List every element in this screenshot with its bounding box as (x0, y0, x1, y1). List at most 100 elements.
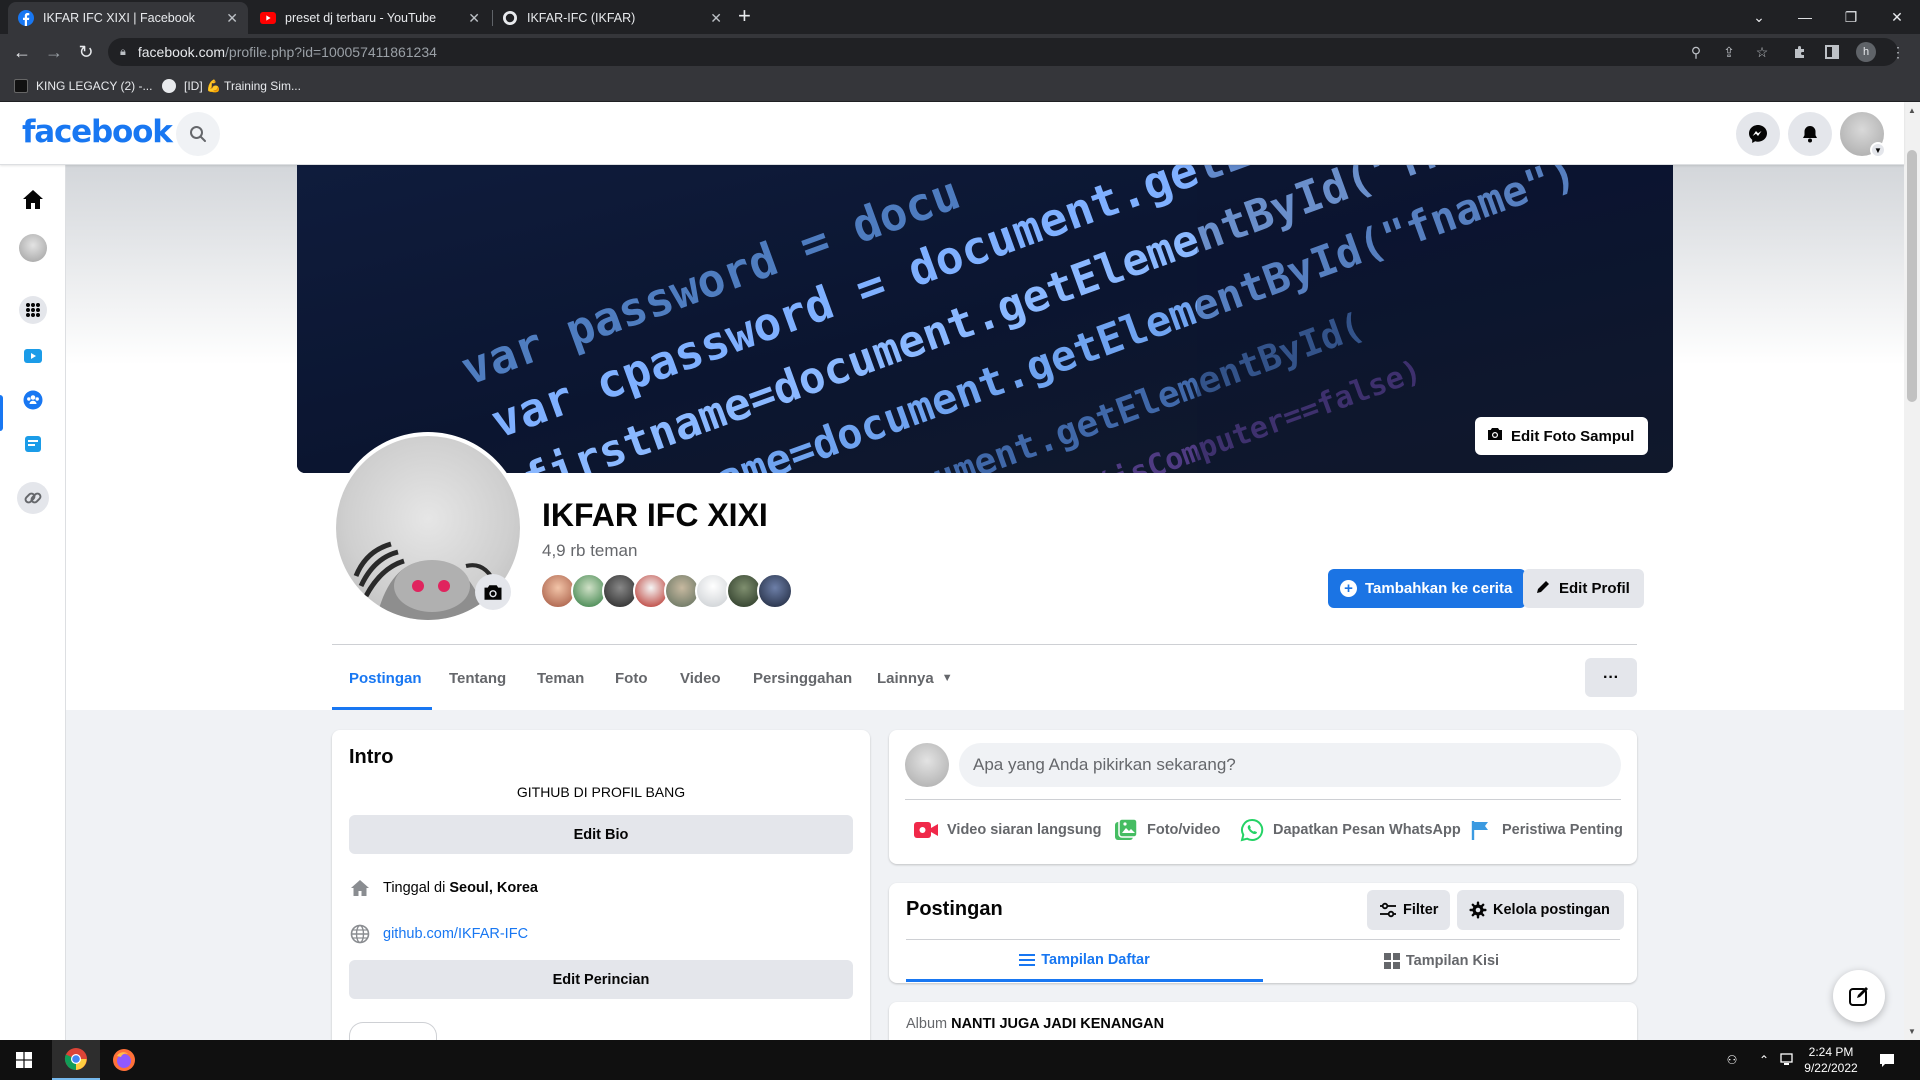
compose-edit-icon (1849, 987, 1868, 1006)
browser-profile-avatar[interactable]: h (1856, 42, 1876, 62)
whatsapp-label: Dapatkan Pesan WhatsApp (1273, 822, 1461, 838)
tab-photos[interactable]: Foto (615, 658, 647, 698)
address-bar[interactable]: 🔒︎ facebook.com/profile.php?id=100057411… (108, 38, 1898, 66)
life-event-button[interactable]: Peristiwa Penting (1468, 810, 1623, 850)
tab-close-icon[interactable]: ✕ (468, 10, 480, 27)
manage-posts-button[interactable]: Kelola postingan (1457, 890, 1624, 930)
tab-more[interactable]: Lainnya ▼ (877, 658, 953, 698)
cover-photo: var password = docu var cpassword = docu… (297, 165, 1673, 473)
new-message-button[interactable] (1833, 970, 1885, 1022)
website-link[interactable]: github.com/IKFAR-IFC (383, 926, 528, 942)
windows-logo-icon (16, 1052, 32, 1068)
globe-icon (349, 923, 371, 945)
clock-date: 9/22/2022 (1804, 1061, 1858, 1075)
network-icon[interactable] (1778, 1040, 1798, 1080)
tab-title: IKFAR-IFC (IKFAR) (527, 11, 636, 25)
account-avatar[interactable]: ▼ (1840, 112, 1886, 158)
friend-count[interactable]: 4,9 rb teman (542, 541, 637, 561)
facebook-header: facebook ▼ (0, 102, 1904, 165)
browser-tab-github[interactable]: IKFAR-IFC (IKFAR) ✕ (492, 2, 732, 34)
minimize-icon[interactable]: — (1782, 0, 1828, 34)
search-button[interactable] (176, 112, 220, 156)
tab-close-icon[interactable]: ✕ (710, 10, 722, 27)
clock-time: 2:24 PM (1808, 1045, 1854, 1059)
filter-label: Filter (1403, 902, 1439, 918)
bookmark-item[interactable]: KING LEGACY (2) -... (14, 76, 152, 96)
groups-button[interactable] (16, 383, 50, 417)
edit-cover-photo-button[interactable]: Edit Foto Sampul (1475, 417, 1649, 455)
whatsapp-message-button[interactable]: Dapatkan Pesan WhatsApp (1239, 810, 1461, 850)
notifications-button[interactable] (1788, 112, 1832, 156)
home-button[interactable] (16, 183, 50, 217)
browser-tab-youtube[interactable]: preset dj terbaru - YouTube ✕ (250, 2, 490, 34)
whats-on-your-mind-input[interactable]: Apa yang Anda pikirkan sekarang? (959, 743, 1621, 787)
composer-avatar[interactable] (905, 743, 949, 787)
tab-friends[interactable]: Teman (537, 658, 584, 698)
composer-divider (905, 799, 1621, 800)
messenger-button[interactable] (1736, 112, 1780, 156)
forward-arrow-icon[interactable]: → (42, 40, 66, 64)
close-window-icon[interactable]: ✕ (1874, 0, 1920, 34)
album-name[interactable]: NANTI JUGA JADI KENANGAN (951, 1016, 1164, 1032)
scrollbar-thumb[interactable] (1907, 150, 1917, 402)
page-scrollbar[interactable]: ▲ ▼ (1904, 102, 1920, 1040)
watch-button[interactable] (16, 339, 50, 373)
zoom-icon[interactable]: ⚲ (1686, 42, 1706, 62)
add-to-story-button[interactable]: + Tambahkan ke cerita (1328, 569, 1527, 608)
filter-button[interactable]: Filter (1367, 890, 1451, 930)
menu-button[interactable] (16, 293, 50, 327)
tabs-divider (332, 644, 1637, 645)
reload-icon[interactable]: ↻ (74, 40, 98, 64)
action-center-icon[interactable] (1872, 1040, 1902, 1080)
edit-profile-button[interactable]: Edit Profil (1523, 569, 1644, 608)
browser-tab-facebook[interactable]: IKFAR IFC XIXI | Facebook ✕ (8, 2, 248, 34)
new-tab-plus-icon[interactable]: + (738, 3, 751, 29)
chrome-taskbar-button[interactable] (52, 1040, 100, 1080)
left-navigation-rail (0, 165, 66, 1040)
update-profile-picture-button[interactable] (475, 574, 511, 610)
active-rail-marker (0, 395, 3, 431)
tray-chevron-up-icon[interactable]: ⌃ (1754, 1040, 1774, 1080)
list-view-tab[interactable]: Tampilan Daftar (906, 940, 1263, 982)
tab-videos[interactable]: Video (680, 658, 721, 698)
tab-posts[interactable]: Postingan (349, 658, 422, 698)
bookmark-star-icon[interactable]: ☆ (1752, 42, 1772, 62)
scroll-up-arrow-icon[interactable]: ▲ (1908, 106, 1916, 115)
live-video-icon (913, 817, 939, 843)
people-icon[interactable]: ⚇ (1720, 1040, 1744, 1080)
live-video-button[interactable]: Video siaran langsung (913, 810, 1101, 850)
start-button[interactable] (0, 1040, 48, 1080)
chrome-icon (64, 1048, 87, 1070)
grid-view-tab[interactable]: Tampilan Kisi (1263, 940, 1620, 982)
bookmark-item[interactable]: [ID] 💪 Training Sim... (162, 76, 301, 96)
lives-place[interactable]: Seoul, Korea (449, 880, 538, 896)
back-arrow-icon[interactable]: ← (10, 40, 34, 64)
friend-avatar[interactable] (757, 573, 793, 609)
photo-video-button[interactable]: Foto/video (1113, 810, 1220, 850)
facebook-logo[interactable]: facebook (22, 114, 173, 150)
taskbar-clock[interactable]: 2:24 PM 9/22/2022 (1796, 1044, 1866, 1076)
bookmarks-bar: KING LEGACY (2) -... [ID] 💪 Training Sim… (0, 70, 1920, 102)
restore-icon[interactable]: ❐ (1828, 0, 1874, 34)
side-panel-icon[interactable] (1822, 42, 1842, 62)
profile-more-options-button[interactable]: ··· (1585, 658, 1637, 697)
scroll-down-arrow-icon[interactable]: ▼ (1908, 1027, 1916, 1036)
browser-menu-icon[interactable]: ⋮ (1888, 42, 1908, 62)
firefox-taskbar-button[interactable] (100, 1040, 148, 1080)
filter-sliders-icon (1379, 902, 1397, 918)
edit-bio-button[interactable]: Edit Bio (349, 815, 853, 854)
roblox-icon (14, 79, 28, 93)
feeds-button[interactable] (16, 427, 50, 461)
edit-details-button[interactable]: Edit Perincian (349, 960, 853, 999)
bookmark-label: KING LEGACY (2) -... (36, 79, 153, 93)
tab-search-chevron-icon[interactable]: ⌄ (1736, 0, 1782, 34)
posts-title: Postingan (906, 898, 1003, 920)
shortcut-link-button[interactable] (16, 481, 50, 515)
tab-check-ins[interactable]: Persinggahan (753, 658, 852, 698)
tab-close-icon[interactable]: ✕ (226, 10, 238, 27)
profile-rail-button[interactable] (16, 231, 50, 265)
extensions-puzzle-icon[interactable] (1790, 42, 1810, 62)
intro-title: Intro (349, 746, 394, 768)
share-icon[interactable]: ⇪ (1719, 42, 1739, 62)
tab-about[interactable]: Tentang (449, 658, 506, 698)
